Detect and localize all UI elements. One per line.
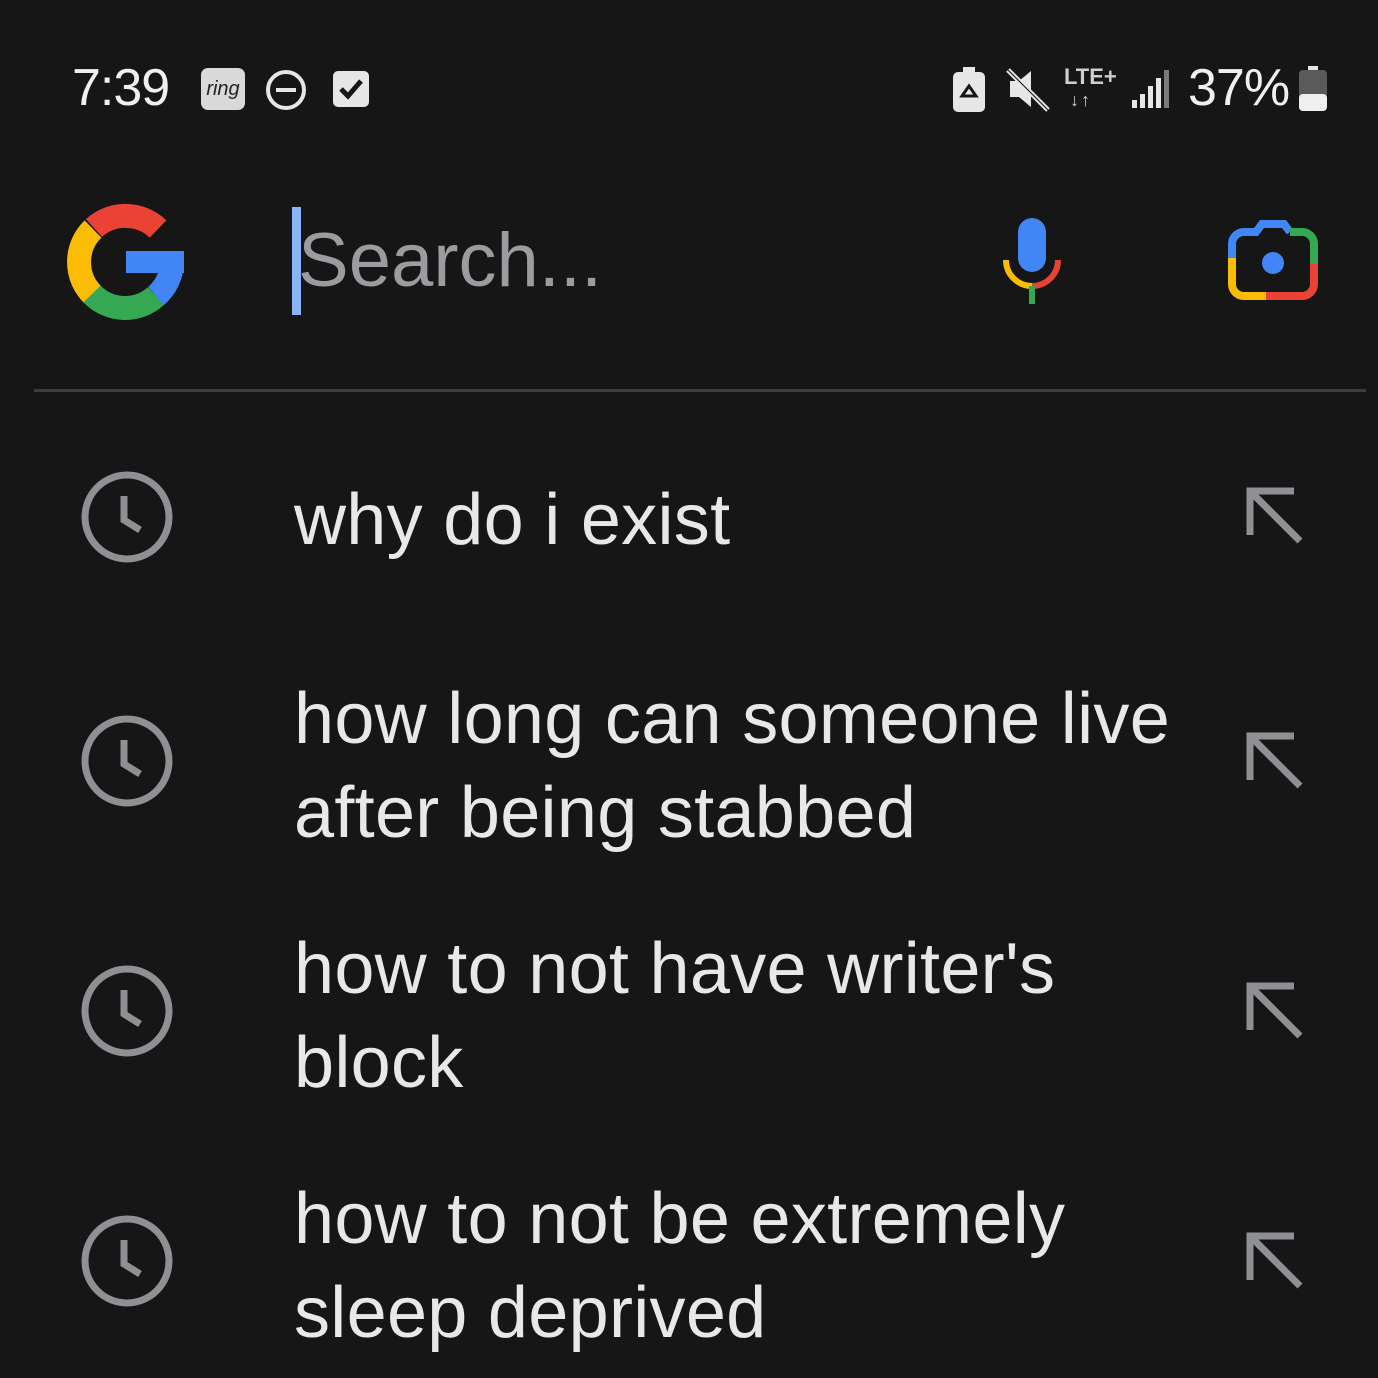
- suggestion-item[interactable]: how to not have writer's block: [0, 910, 1378, 1120]
- status-bar: 7:39 ring LTE+ ↓↑ 37%: [0, 0, 1378, 180]
- text-caret: [292, 207, 301, 315]
- network-indicator: LTE+ ↓↑: [1064, 64, 1124, 114]
- network-arrows: ↓↑: [1070, 90, 1092, 110]
- network-type: LTE+: [1064, 64, 1117, 89]
- suggestion-text: why do i exist: [294, 480, 731, 560]
- suggestion-text: how long can someone live after being st…: [294, 679, 1171, 853]
- history-clock-icon: [81, 715, 173, 807]
- status-time: 7:39: [72, 59, 170, 117]
- fill-arrow-icon[interactable]: [1242, 978, 1306, 1042]
- mic-icon[interactable]: [998, 216, 1066, 308]
- history-clock-icon: [81, 471, 173, 563]
- fill-arrow-icon[interactable]: [1242, 1228, 1306, 1292]
- fill-arrow-icon[interactable]: [1242, 728, 1306, 792]
- do-not-disturb-icon: [266, 70, 306, 110]
- signal-icon: [1132, 70, 1169, 108]
- search-field[interactable]: [292, 205, 938, 315]
- suggestion-item[interactable]: how to not be extremely sleep deprived: [0, 1160, 1378, 1370]
- battery-percentage: 37%: [1188, 59, 1290, 117]
- battery-icon: [1299, 66, 1327, 111]
- lens-camera-icon[interactable]: [1226, 218, 1320, 302]
- search-divider: [34, 389, 1366, 392]
- ring-icon: ring: [201, 68, 245, 110]
- history-clock-icon: [81, 1215, 173, 1307]
- history-clock-icon: [81, 965, 173, 1057]
- mute-icon: [1006, 68, 1050, 112]
- task-check-icon: [333, 71, 369, 107]
- suggestion-text: how to not have writer's block: [294, 929, 1056, 1103]
- search-input[interactable]: [292, 205, 938, 315]
- suggestion-text: how to not be extremely sleep deprived: [294, 1179, 1066, 1353]
- suggestion-item[interactable]: why do i exist: [0, 440, 1378, 600]
- google-logo-icon[interactable]: [66, 202, 186, 322]
- suggestion-item[interactable]: how long can someone live after being st…: [0, 660, 1378, 870]
- battery-saver-icon: [953, 67, 985, 112]
- fill-arrow-icon[interactable]: [1242, 483, 1306, 547]
